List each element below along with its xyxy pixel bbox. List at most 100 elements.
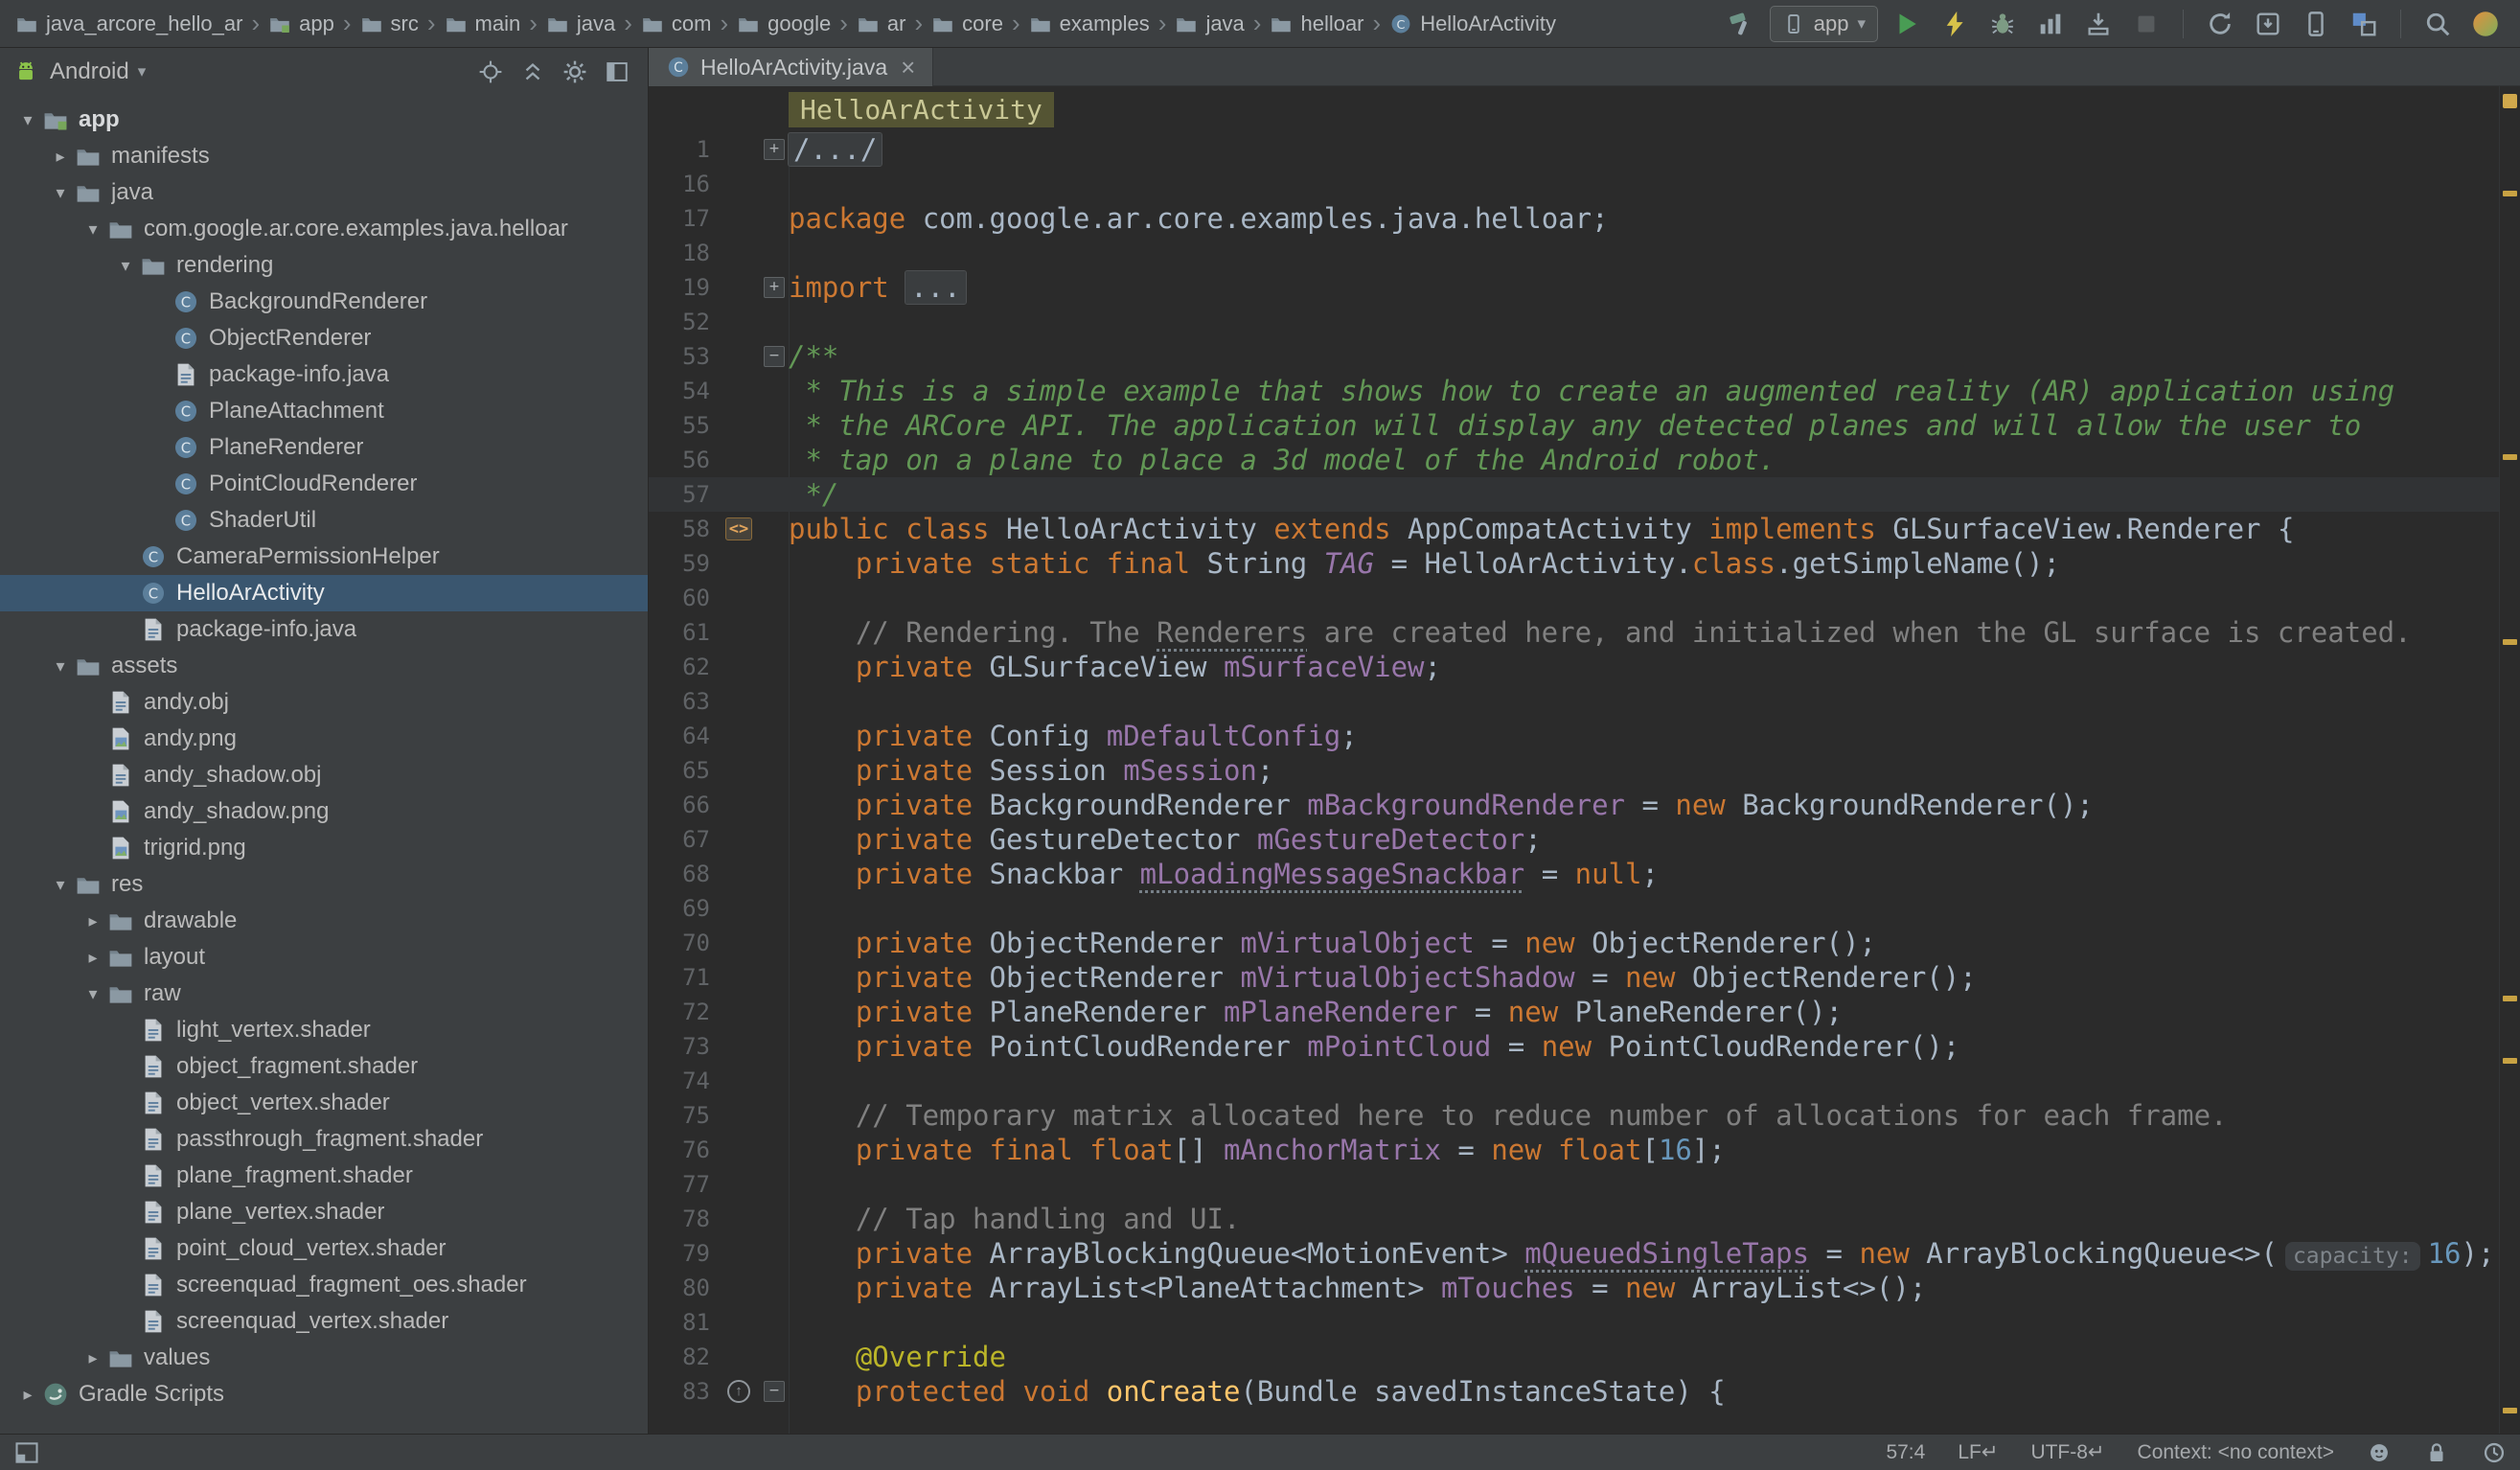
line-number[interactable]: 73 (649, 1033, 718, 1060)
line-separator-widget[interactable]: LF↵ (1958, 1440, 1998, 1464)
layout-inspector-button[interactable] (2345, 6, 2383, 42)
code-text[interactable]: private ObjectRenderer mVirtualObject = … (789, 927, 1876, 959)
error-stripe[interactable] (2499, 86, 2520, 1434)
inspections-status-icon[interactable] (2503, 94, 2517, 108)
tree-expand-arrow-icon[interactable]: ▸ (79, 1348, 107, 1368)
line-number[interactable]: 71 (649, 964, 718, 991)
tree-item-drawable[interactable]: ▸drawable (0, 903, 648, 939)
tree-collapse-arrow-icon[interactable]: ▾ (79, 219, 107, 240)
line-number[interactable]: 18 (649, 240, 718, 266)
search-everywhere-button[interactable] (2418, 6, 2457, 42)
line-number[interactable]: 66 (649, 792, 718, 818)
tree-collapse-arrow-icon[interactable]: ▾ (46, 656, 75, 677)
code-text[interactable]: // Temporary matrix allocated here to re… (789, 1099, 2228, 1132)
tree-item-java[interactable]: ▾java (0, 174, 648, 211)
encoding-widget[interactable]: UTF-8↵ (2030, 1440, 2104, 1464)
editor-tab-helloaractivity[interactable]: C HelloArActivity.java × (649, 48, 933, 86)
line-number[interactable]: 19 (649, 274, 718, 301)
line-number[interactable]: 79 (649, 1240, 718, 1267)
line-number[interactable]: 1 (649, 136, 718, 163)
code-text[interactable]: private GLSurfaceView mSurfaceView; (789, 651, 1441, 683)
line-number[interactable]: 17 (649, 205, 718, 232)
tree-item-planerenderer[interactable]: CPlaneRenderer (0, 429, 648, 466)
tree-item-trigrid-png[interactable]: trigrid.png (0, 830, 648, 866)
line-number[interactable]: 64 (649, 723, 718, 749)
breadcrumb-item-java[interactable]: java (1175, 11, 1244, 36)
project-view-selector[interactable]: Android ▾ (50, 58, 146, 85)
run-button[interactable] (1888, 6, 1926, 42)
assistant-button[interactable] (2466, 6, 2505, 42)
tree-item-andy-shadow-obj[interactable]: andy_shadow.obj (0, 757, 648, 793)
code-text[interactable]: public class HelloArActivity extends App… (789, 513, 2294, 545)
code-text[interactable]: private PlaneRenderer mPlaneRenderer = n… (789, 996, 1843, 1028)
tree-item-passthrough-fragment-shader[interactable]: passthrough_fragment.shader (0, 1121, 648, 1158)
tree-item-planeattachment[interactable]: CPlaneAttachment (0, 393, 648, 429)
line-number[interactable]: 60 (649, 585, 718, 611)
tree-item-package-info-java[interactable]: package-info.java (0, 356, 648, 393)
line-number[interactable]: 67 (649, 826, 718, 853)
line-number[interactable]: 52 (649, 309, 718, 335)
tree-item-com-google-ar-core-examples-java-helloar[interactable]: ▾com.google.ar.core.examples.java.helloa… (0, 211, 648, 247)
breadcrumb-class-chip[interactable]: HelloArActivity (789, 92, 1054, 127)
tree-item-package-info-java[interactable]: package-info.java (0, 611, 648, 648)
run-config-select[interactable]: app▾ (1770, 6, 1878, 42)
breadcrumb-item-java[interactable]: java (546, 11, 615, 36)
line-number[interactable]: 77 (649, 1171, 718, 1198)
code-text[interactable]: * tap on a plane to place a 3d model of … (789, 444, 1775, 476)
tree-item-object-vertex-shader[interactable]: object_vertex.shader (0, 1085, 648, 1121)
line-number[interactable]: 74 (649, 1068, 718, 1094)
gradle-sync-button[interactable] (2201, 6, 2239, 42)
highlighting-level-icon[interactable] (2367, 1440, 2392, 1465)
code-text[interactable]: private static final String TAG = HelloA… (789, 547, 2060, 580)
tree-expand-arrow-icon[interactable]: ▸ (46, 147, 75, 167)
warning-stripe-mark[interactable] (2503, 639, 2517, 645)
line-number[interactable]: 54 (649, 378, 718, 404)
debug-button[interactable] (1983, 6, 2022, 42)
code-text[interactable]: */ (789, 478, 838, 511)
tree-item-screenquad-fragment-oes-shader[interactable]: screenquad_fragment_oes.shader (0, 1267, 648, 1303)
toolwindow-switcher-icon[interactable] (13, 1439, 40, 1466)
tree-item-pointcloudrenderer[interactable]: CPointCloudRenderer (0, 466, 648, 502)
tree-item-light-vertex-shader[interactable]: light_vertex.shader (0, 1012, 648, 1048)
line-number[interactable]: 53 (649, 343, 718, 370)
hide-panel-button[interactable] (598, 54, 636, 90)
background-tasks-icon[interactable] (2482, 1440, 2507, 1465)
tree-item-andy-obj[interactable]: andy.obj (0, 684, 648, 721)
code-text[interactable]: // Rendering. The Renderers are created … (789, 616, 2412, 649)
fold-collapse-icon[interactable]: − (760, 1381, 789, 1402)
line-number[interactable]: 16 (649, 171, 718, 197)
related-xml-gutter-icon[interactable]: <> (718, 512, 760, 546)
build-hammer-button[interactable] (1722, 6, 1760, 42)
avd-manager-button[interactable] (2297, 6, 2335, 42)
close-tab-icon[interactable]: × (901, 55, 915, 80)
line-number[interactable]: 57 (649, 481, 718, 508)
tree-collapse-arrow-icon[interactable]: ▾ (79, 984, 107, 1004)
tree-item-shaderutil[interactable]: CShaderUtil (0, 502, 648, 539)
code-text[interactable]: private Session mSession; (789, 754, 1273, 787)
tree-item-assets[interactable]: ▾assets (0, 648, 648, 684)
tree-collapse-arrow-icon[interactable]: ▾ (46, 875, 75, 895)
line-number[interactable]: 80 (649, 1275, 718, 1301)
collapse-all-button[interactable] (514, 54, 552, 90)
line-number[interactable]: 81 (649, 1309, 718, 1336)
line-number[interactable]: 62 (649, 654, 718, 680)
breadcrumb-item-helloaractivity[interactable]: CHelloArActivity (1389, 11, 1556, 36)
apk-install-button[interactable] (2079, 6, 2118, 42)
tree-item-plane-vertex-shader[interactable]: plane_vertex.shader (0, 1194, 648, 1230)
fold-expand-icon[interactable]: + (760, 277, 789, 298)
line-number[interactable]: 82 (649, 1344, 718, 1370)
profiler-button[interactable] (2031, 6, 2070, 42)
breadcrumb-item-core[interactable]: core (931, 11, 1003, 36)
tree-item-objectrenderer[interactable]: CObjectRenderer (0, 320, 648, 356)
line-number[interactable]: 70 (649, 930, 718, 956)
line-number[interactable]: 69 (649, 895, 718, 922)
code-text[interactable]: package com.google.ar.core.examples.java… (789, 202, 1609, 235)
warning-stripe-mark[interactable] (2503, 1058, 2517, 1064)
code-text[interactable]: private Config mDefaultConfig; (789, 720, 1358, 752)
breadcrumb-item-src[interactable]: src (360, 11, 419, 36)
caret-position-widget[interactable]: 57:4 (1886, 1441, 1925, 1464)
tree-item-camerapermissionhelper[interactable]: CCameraPermissionHelper (0, 539, 648, 575)
tree-item-helloaractivity[interactable]: CHelloArActivity (0, 575, 648, 611)
line-number[interactable]: 65 (649, 757, 718, 784)
tree-expand-arrow-icon[interactable]: ▸ (79, 948, 107, 968)
